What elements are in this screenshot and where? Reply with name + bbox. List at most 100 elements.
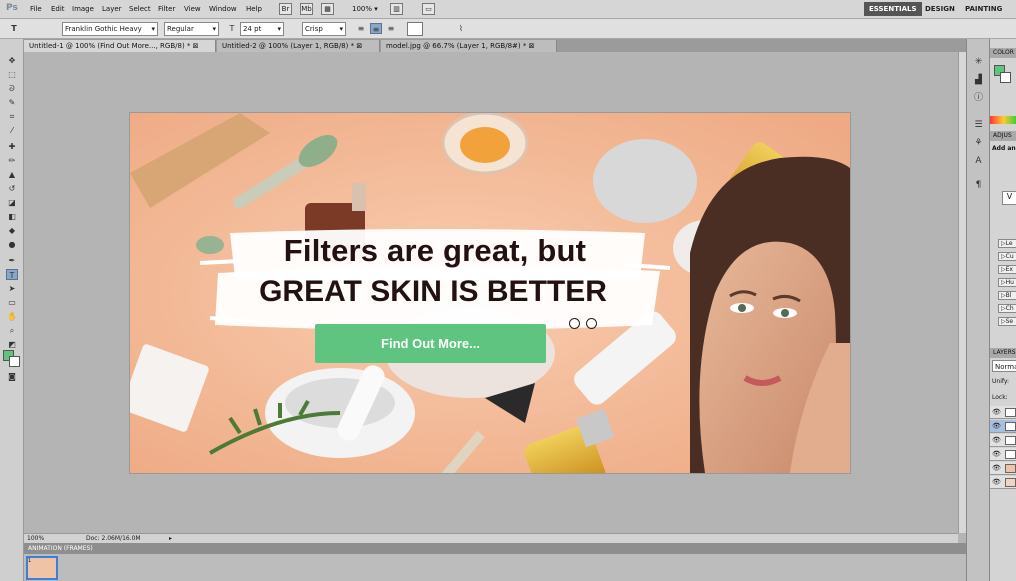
dodge-tool-icon[interactable]: ● [6, 239, 18, 250]
menu-file[interactable]: File [30, 5, 42, 13]
bridge-icon[interactable]: Br [279, 3, 292, 15]
workspace-painting[interactable]: PAINTING [960, 2, 1007, 16]
menu-image[interactable]: Image [72, 5, 94, 13]
color-ramp[interactable] [990, 116, 1016, 124]
menu-help[interactable]: Help [246, 5, 262, 13]
layer-row[interactable]: 👁 [990, 448, 1016, 461]
transform-handle-icon[interactable] [586, 318, 597, 329]
vertical-scrollbar[interactable] [958, 52, 966, 533]
tab-model[interactable]: model.jpg @ 66.7% (Layer 1, RGB/8#) * ⊠ [381, 40, 557, 52]
layer-row[interactable]: 👁 [990, 434, 1016, 447]
history-brush-icon[interactable]: ↺ [6, 183, 18, 194]
menu-window[interactable]: Window [209, 5, 237, 13]
path-select-icon[interactable]: ➤ [6, 283, 18, 294]
preset-bw[interactable]: ▷Bl [998, 291, 1016, 300]
clone-stamp-icon[interactable]: ▲ [6, 169, 18, 180]
eyedropper-icon[interactable]: ⁄ [6, 125, 18, 136]
transform-handle-icon[interactable] [569, 318, 580, 329]
align-right-icon[interactable]: ≡ [385, 23, 397, 34]
view-extras-icon[interactable]: ▦ [321, 3, 334, 15]
preset-exposure[interactable]: ▷Ex [998, 265, 1016, 274]
marquee-tool-icon[interactable]: ⬚ [6, 69, 18, 80]
minibridge-icon[interactable]: Mb [300, 3, 313, 15]
layer-row[interactable]: 👁 [990, 420, 1016, 433]
headline-line-2[interactable]: GREAT SKIN IS BETTER [218, 275, 648, 309]
layer-row[interactable]: 👁 [990, 476, 1016, 489]
eye-icon[interactable]: 👁 [992, 422, 1001, 430]
eraser-icon[interactable]: ◪ [6, 197, 18, 208]
eye-icon[interactable]: 👁 [992, 436, 1001, 444]
character-icon[interactable]: A [972, 155, 985, 167]
navigator-icon[interactable]: ✳ [972, 56, 985, 68]
font-style-select[interactable]: Regular ▾ [164, 22, 219, 36]
adjustment-icon[interactable]: V [1002, 191, 1016, 205]
align-left-icon[interactable]: ≡ [355, 23, 367, 34]
move-tool-icon[interactable]: ✥ [6, 55, 18, 66]
color-panel-header[interactable]: COLOR [990, 48, 1016, 58]
animation-frame[interactable]: 1 [26, 556, 58, 580]
histogram-icon[interactable]: ▟ [972, 74, 985, 86]
preset-selective[interactable]: ▷Se [998, 317, 1016, 326]
menu-filter[interactable]: Filter [158, 5, 175, 13]
layer-thumb [1005, 422, 1016, 431]
clone-source-icon[interactable]: ⚘ [972, 137, 985, 149]
default-colors-icon[interactable]: ◩ [6, 339, 18, 350]
menu-select[interactable]: Select [129, 5, 151, 13]
eye-icon[interactable]: 👁 [992, 408, 1001, 416]
text-color-swatch[interactable] [407, 22, 423, 36]
close-icon[interactable]: ⊠ [529, 42, 535, 50]
layer-row[interactable]: 👁 [990, 406, 1016, 419]
type-tool-icon[interactable]: T [6, 269, 18, 280]
close-icon[interactable]: ⊠ [193, 42, 199, 50]
brush-presets-icon[interactable]: ☰ [972, 119, 985, 131]
zoom-tool-icon[interactable]: ⌕ [6, 325, 18, 336]
preset-curves[interactable]: ▷Cu [998, 252, 1016, 261]
status-arrow-icon[interactable]: ▸ [169, 534, 172, 543]
layers-panel-header[interactable]: LAYERS [990, 348, 1016, 358]
color-bg-swatch[interactable] [1000, 72, 1011, 83]
shape-tool-icon[interactable]: ▭ [6, 297, 18, 308]
layer-row[interactable]: 👁 [990, 462, 1016, 475]
blend-mode-select[interactable]: Norma [992, 360, 1016, 372]
close-icon[interactable]: ⊠ [356, 42, 362, 50]
tab-untitled-1[interactable]: Untitled-1 @ 100% (Find Out More..., RGB… [24, 40, 216, 52]
antialias-select[interactable]: Crisp ▾ [302, 22, 346, 36]
font-size-select[interactable]: 24 pt ▾ [240, 22, 284, 36]
align-center-icon[interactable]: ≡ [370, 23, 382, 34]
menu-view[interactable]: View [184, 5, 201, 13]
brush-tool-icon[interactable]: ✏ [6, 155, 18, 166]
status-zoom[interactable]: 100% [27, 534, 44, 543]
crop-tool-icon[interactable]: ⌗ [6, 111, 18, 122]
info-icon[interactable]: ⓘ [972, 92, 985, 104]
find-out-more-button[interactable]: Find Out More... [315, 324, 546, 363]
headline-line-1[interactable]: Filters are great, but [250, 233, 620, 269]
menu-layer[interactable]: Layer [102, 5, 122, 13]
healing-brush-icon[interactable]: ✚ [6, 141, 18, 152]
eye-icon[interactable]: 👁 [992, 450, 1001, 458]
workspace-design[interactable]: DESIGN [920, 2, 960, 16]
screen-mode-icon[interactable]: ▭ [422, 3, 435, 15]
gradient-tool-icon[interactable]: ◧ [6, 211, 18, 222]
adjustments-panel-header[interactable]: ADJUS [990, 131, 1016, 141]
quick-mask-icon[interactable]: ◙ [6, 371, 18, 382]
eye-icon[interactable]: 👁 [992, 464, 1001, 472]
font-family-select[interactable]: Franklin Gothic Heavy ▾ [62, 22, 158, 36]
arrange-documents-icon[interactable]: ▥ [390, 3, 403, 15]
pen-tool-icon[interactable]: ✒ [6, 255, 18, 266]
warp-text-icon[interactable]: ⌇ [455, 23, 467, 34]
lasso-tool-icon[interactable]: ᘐ [6, 83, 18, 94]
paragraph-icon[interactable]: ¶ [972, 179, 985, 191]
workspace-essentials[interactable]: ESSENTIALS [864, 2, 922, 16]
menu-edit[interactable]: Edit [51, 5, 65, 13]
preset-hue[interactable]: ▷Hu [998, 278, 1016, 287]
tab-untitled-2[interactable]: Untitled-2 @ 100% (Layer 1, RGB/8) * ⊠ [217, 40, 380, 52]
zoom-level-menu[interactable]: 100% ▾ [352, 5, 378, 13]
preset-channel[interactable]: ▷Ch [998, 304, 1016, 313]
hand-tool-icon[interactable]: ✋ [6, 311, 18, 322]
blur-tool-icon[interactable]: ◆ [6, 225, 18, 236]
preset-levels[interactable]: ▷Le [998, 239, 1016, 248]
eye-icon[interactable]: 👁 [992, 478, 1001, 486]
quick-select-icon[interactable]: ✎ [6, 97, 18, 108]
type-tool-icon[interactable]: T [8, 23, 20, 34]
background-color-swatch[interactable] [9, 356, 20, 367]
